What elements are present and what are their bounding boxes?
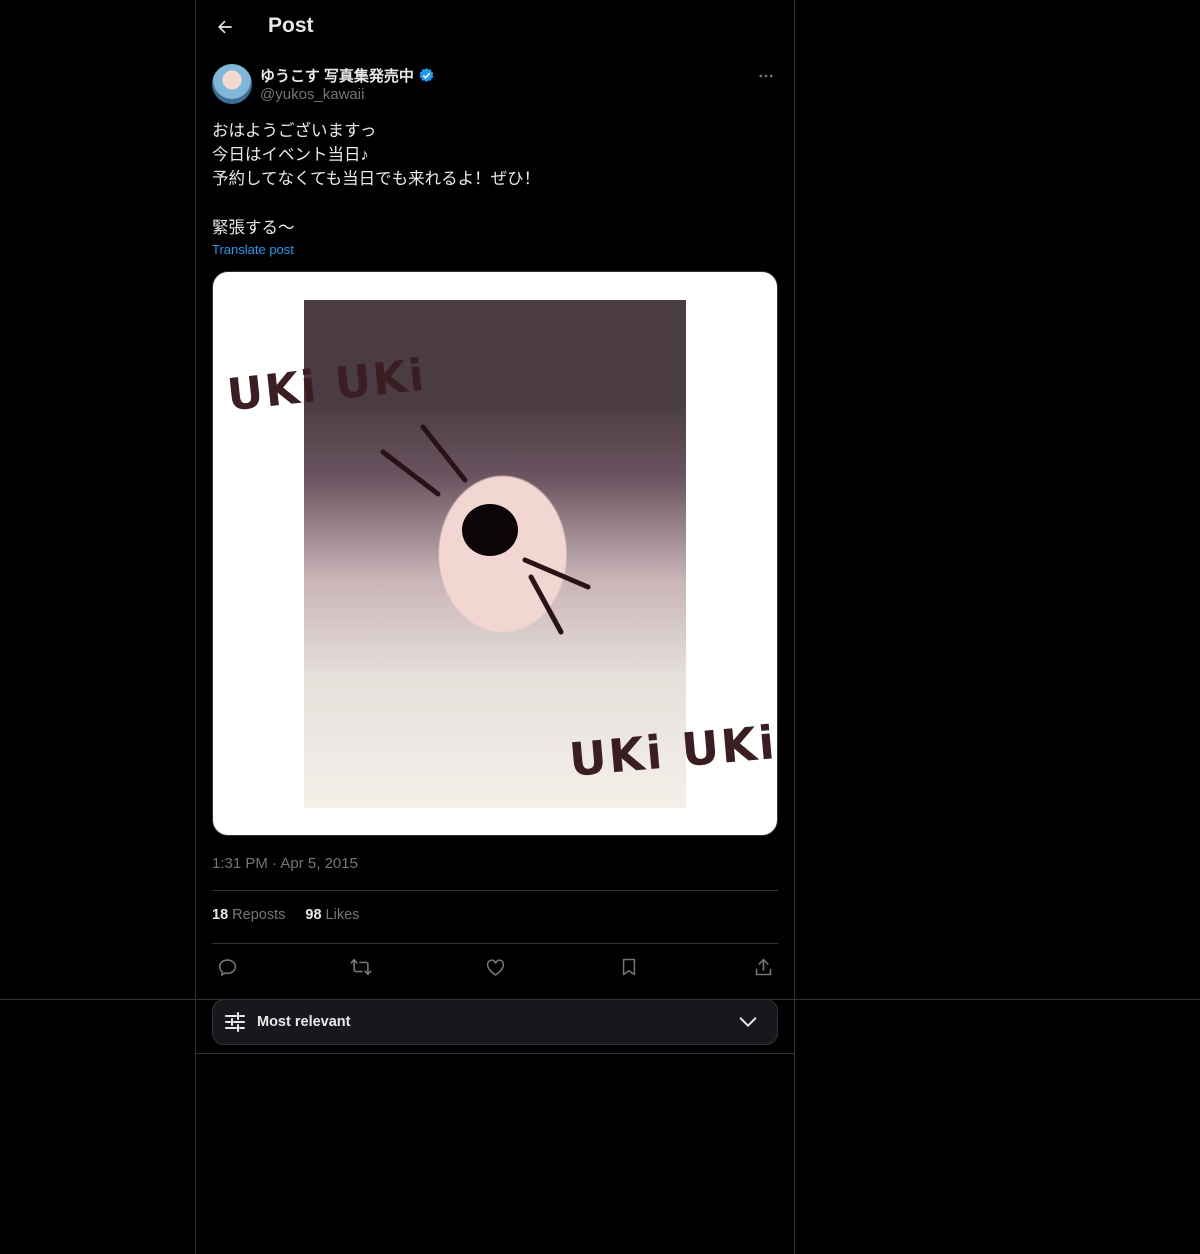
chevron-down-icon (739, 1017, 757, 1027)
post-actions (212, 952, 778, 982)
bookmark-button[interactable] (614, 952, 644, 982)
page-title: Post (268, 14, 314, 37)
post-timestamp[interactable]: 1:31 PM · Apr 5, 2015 (212, 855, 358, 872)
back-button[interactable] (210, 12, 240, 42)
display-name-text: ゆうこす 写真集発売中 (260, 68, 414, 85)
repost-icon (350, 958, 372, 976)
post-date: Apr 5, 2015 (280, 855, 358, 872)
post-time: 1:31 PM (212, 855, 268, 872)
translate-post-link[interactable]: Translate post (212, 242, 294, 257)
post-stats: 18 Reposts 98 Likes (212, 907, 359, 923)
divider (212, 890, 778, 891)
main-column: Post ゆうこす 写真集発売中 @yukos_kawaii おはようございます… (195, 0, 795, 1254)
bookmark-icon (622, 958, 636, 976)
repost-button[interactable] (346, 952, 376, 982)
more-options-button[interactable] (754, 64, 778, 88)
likes-count: 98 (305, 907, 322, 923)
share-button[interactable] (748, 952, 778, 982)
sort-label: Most relevant (257, 1014, 351, 1030)
reposts-stat[interactable]: 18 Reposts (212, 907, 285, 923)
avatar[interactable] (212, 64, 252, 104)
sort-replies-dropdown[interactable]: Most relevant (212, 999, 778, 1045)
like-icon (486, 958, 504, 976)
author-display-name[interactable]: ゆうこす 写真集発売中 (260, 65, 435, 86)
likes-stat[interactable]: 98 Likes (305, 907, 359, 923)
divider (212, 943, 778, 944)
verified-badge-icon (419, 68, 434, 82)
arrow-left-icon (218, 20, 232, 34)
page-header: Post (196, 0, 794, 54)
author-handle[interactable]: @yukos_kawaii (260, 86, 364, 103)
post-author: ゆうこす 写真集発売中 @yukos_kawaii (212, 64, 778, 108)
reply-button[interactable] (212, 952, 242, 982)
reposts-count: 18 (212, 907, 229, 923)
sliders-icon (225, 1012, 245, 1032)
likes-label: Likes (325, 907, 360, 923)
post-text: おはようございますっ 今日はイベント当日♪ 予約してなくても当日でも来れるよ！ぜ… (212, 122, 541, 237)
reposts-label: Reposts (232, 907, 286, 923)
more-icon (759, 74, 773, 78)
post-image[interactable]: UKi UKi UKi UKi (212, 271, 778, 836)
like-button[interactable] (480, 952, 510, 982)
share-icon (755, 958, 771, 975)
reply-icon (218, 958, 236, 976)
divider (196, 1053, 794, 1054)
